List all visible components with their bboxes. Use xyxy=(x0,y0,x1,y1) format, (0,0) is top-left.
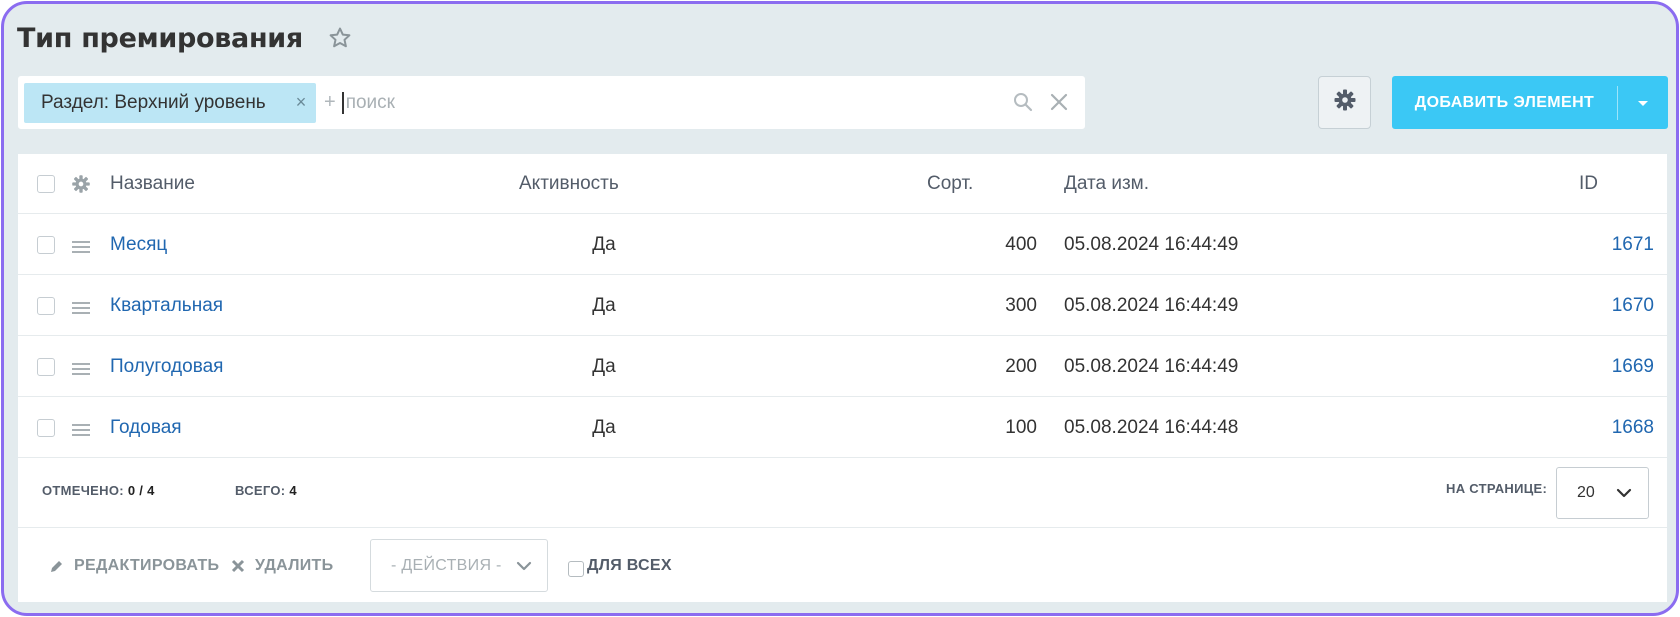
row-date: 05.08.2024 16:44:49 xyxy=(1064,356,1239,377)
delete-button[interactable]: УДАЛИТЬ xyxy=(231,529,333,602)
search-input[interactable] xyxy=(341,91,942,114)
table-row[interactable]: Месяц Да 400 05.08.2024 16:44:49 1671 xyxy=(18,215,1667,275)
for-all-checkbox[interactable] xyxy=(568,560,584,577)
per-page-value: 20 xyxy=(1577,484,1595,501)
column-header-active[interactable]: Активность xyxy=(519,154,619,214)
drag-handle-icon[interactable] xyxy=(71,299,91,314)
actions-select[interactable]: - ДЕЙСТВИЯ - xyxy=(370,539,548,592)
add-filter-plus[interactable]: + xyxy=(324,91,336,114)
row-id-link[interactable]: 1671 xyxy=(1558,215,1654,275)
close-icon[interactable]: × xyxy=(292,93,310,111)
row-date: 05.08.2024 16:44:49 xyxy=(1064,295,1239,316)
row-checkbox[interactable] xyxy=(37,236,55,254)
settings-button[interactable] xyxy=(1318,76,1371,129)
selected-count-value: 0 / 4 xyxy=(127,483,155,498)
row-checkbox[interactable] xyxy=(37,297,55,315)
row-id-link[interactable]: 1669 xyxy=(1558,337,1654,397)
row-id-link[interactable]: 1670 xyxy=(1558,276,1654,336)
row-sort: 300 xyxy=(1005,295,1037,316)
close-icon xyxy=(231,559,245,573)
clear-search-icon[interactable] xyxy=(1047,90,1071,114)
row-id-link[interactable]: 1668 xyxy=(1558,398,1654,458)
row-active: Да xyxy=(592,234,616,255)
per-page-label: НА СТРАНИЦЕ: xyxy=(1446,481,1548,496)
row-sort: 400 xyxy=(1005,234,1037,255)
filter-search-bar[interactable]: Раздел: Верхний уровень × + xyxy=(18,76,1085,129)
row-active: Да xyxy=(592,417,616,438)
star-icon[interactable] xyxy=(327,25,353,51)
row-checkbox[interactable] xyxy=(37,419,55,437)
table-header: Название Активность Сорт. Дата изм. ID xyxy=(18,154,1667,214)
total-count: ВСЕГО: 4 xyxy=(235,483,297,498)
search-icon[interactable] xyxy=(1011,90,1035,114)
total-count-label: ВСЕГО: xyxy=(235,483,286,498)
table-footer-stats: ОТМЕЧЕНО: 0 / 4 ВСЕГО: 4 НА СТРАНИЦЕ: 20 xyxy=(18,457,1667,528)
add-element-button[interactable]: ДОБАВИТЬ ЭЛЕМЕНТ xyxy=(1392,76,1668,129)
total-count-value: 4 xyxy=(289,483,297,498)
page-header: Тип премирования xyxy=(17,21,353,55)
filter-chip-section[interactable]: Раздел: Верхний уровень × xyxy=(24,82,316,123)
delete-label: УДАЛИТЬ xyxy=(255,556,334,574)
row-name-link[interactable]: Полугодовая xyxy=(110,337,223,397)
chevron-down-icon xyxy=(1616,486,1632,505)
table-row[interactable]: Полугодовая Да 200 05.08.2024 16:44:49 1… xyxy=(18,337,1667,397)
app-window: Тип премирования Раздел: Верхний уровень… xyxy=(1,1,1679,616)
pencil-icon xyxy=(50,559,64,573)
row-name-link[interactable]: Квартальная xyxy=(110,276,223,336)
row-sort: 200 xyxy=(1005,356,1037,377)
per-page-select[interactable]: 20 xyxy=(1556,467,1649,519)
add-element-label: ДОБАВИТЬ ЭЛЕМЕНТ xyxy=(1414,93,1595,111)
gear-icon xyxy=(1333,88,1357,117)
table-row[interactable]: Годовая Да 100 05.08.2024 16:44:48 1668 xyxy=(18,398,1667,458)
page-title: Тип премирования xyxy=(17,22,303,54)
drag-handle-icon[interactable] xyxy=(71,238,91,253)
edit-button[interactable]: РЕДАКТИРОВАТЬ xyxy=(50,529,219,602)
row-date: 05.08.2024 16:44:49 xyxy=(1064,234,1239,255)
row-active: Да xyxy=(592,295,616,316)
table-row[interactable]: Квартальная Да 300 05.08.2024 16:44:49 1… xyxy=(18,276,1667,336)
group-actions-bar: РЕДАКТИРОВАТЬ УДАЛИТЬ - ДЕЙСТВИЯ - ДЛЯ В… xyxy=(18,529,1667,602)
row-sort: 100 xyxy=(1005,417,1037,438)
drag-handle-icon[interactable] xyxy=(71,421,91,436)
column-header-id[interactable]: ID xyxy=(1579,154,1598,214)
selected-count-label: ОТМЕЧЕНО: xyxy=(42,483,124,498)
chevron-down-icon[interactable] xyxy=(1618,76,1668,129)
row-name-link[interactable]: Месяц xyxy=(110,215,167,275)
row-name-link[interactable]: Годовая xyxy=(110,398,182,458)
row-active: Да xyxy=(592,356,616,377)
row-checkbox[interactable] xyxy=(37,358,55,376)
column-header-name[interactable]: Название xyxy=(110,154,195,214)
edit-label: РЕДАКТИРОВАТЬ xyxy=(74,556,220,574)
column-header-sort[interactable]: Сорт. xyxy=(927,154,973,214)
for-all-label: ДЛЯ ВСЕХ xyxy=(587,556,672,574)
elements-table: Название Активность Сорт. Дата изм. ID М… xyxy=(18,154,1667,602)
actions-select-value: - ДЕЙСТВИЯ - xyxy=(391,556,502,574)
filter-chip-label: Раздел: Верхний уровень xyxy=(41,91,266,113)
selected-count: ОТМЕЧЕНО: 0 / 4 xyxy=(42,483,155,498)
for-all-toggle[interactable]: ДЛЯ ВСЕХ xyxy=(568,529,672,602)
select-all-checkbox[interactable] xyxy=(37,175,55,193)
row-date: 05.08.2024 16:44:48 xyxy=(1064,417,1239,438)
chevron-down-icon xyxy=(516,559,532,578)
column-settings-gear-icon[interactable] xyxy=(71,174,91,194)
drag-handle-icon[interactable] xyxy=(71,360,91,375)
column-header-date[interactable]: Дата изм. xyxy=(1064,154,1149,214)
